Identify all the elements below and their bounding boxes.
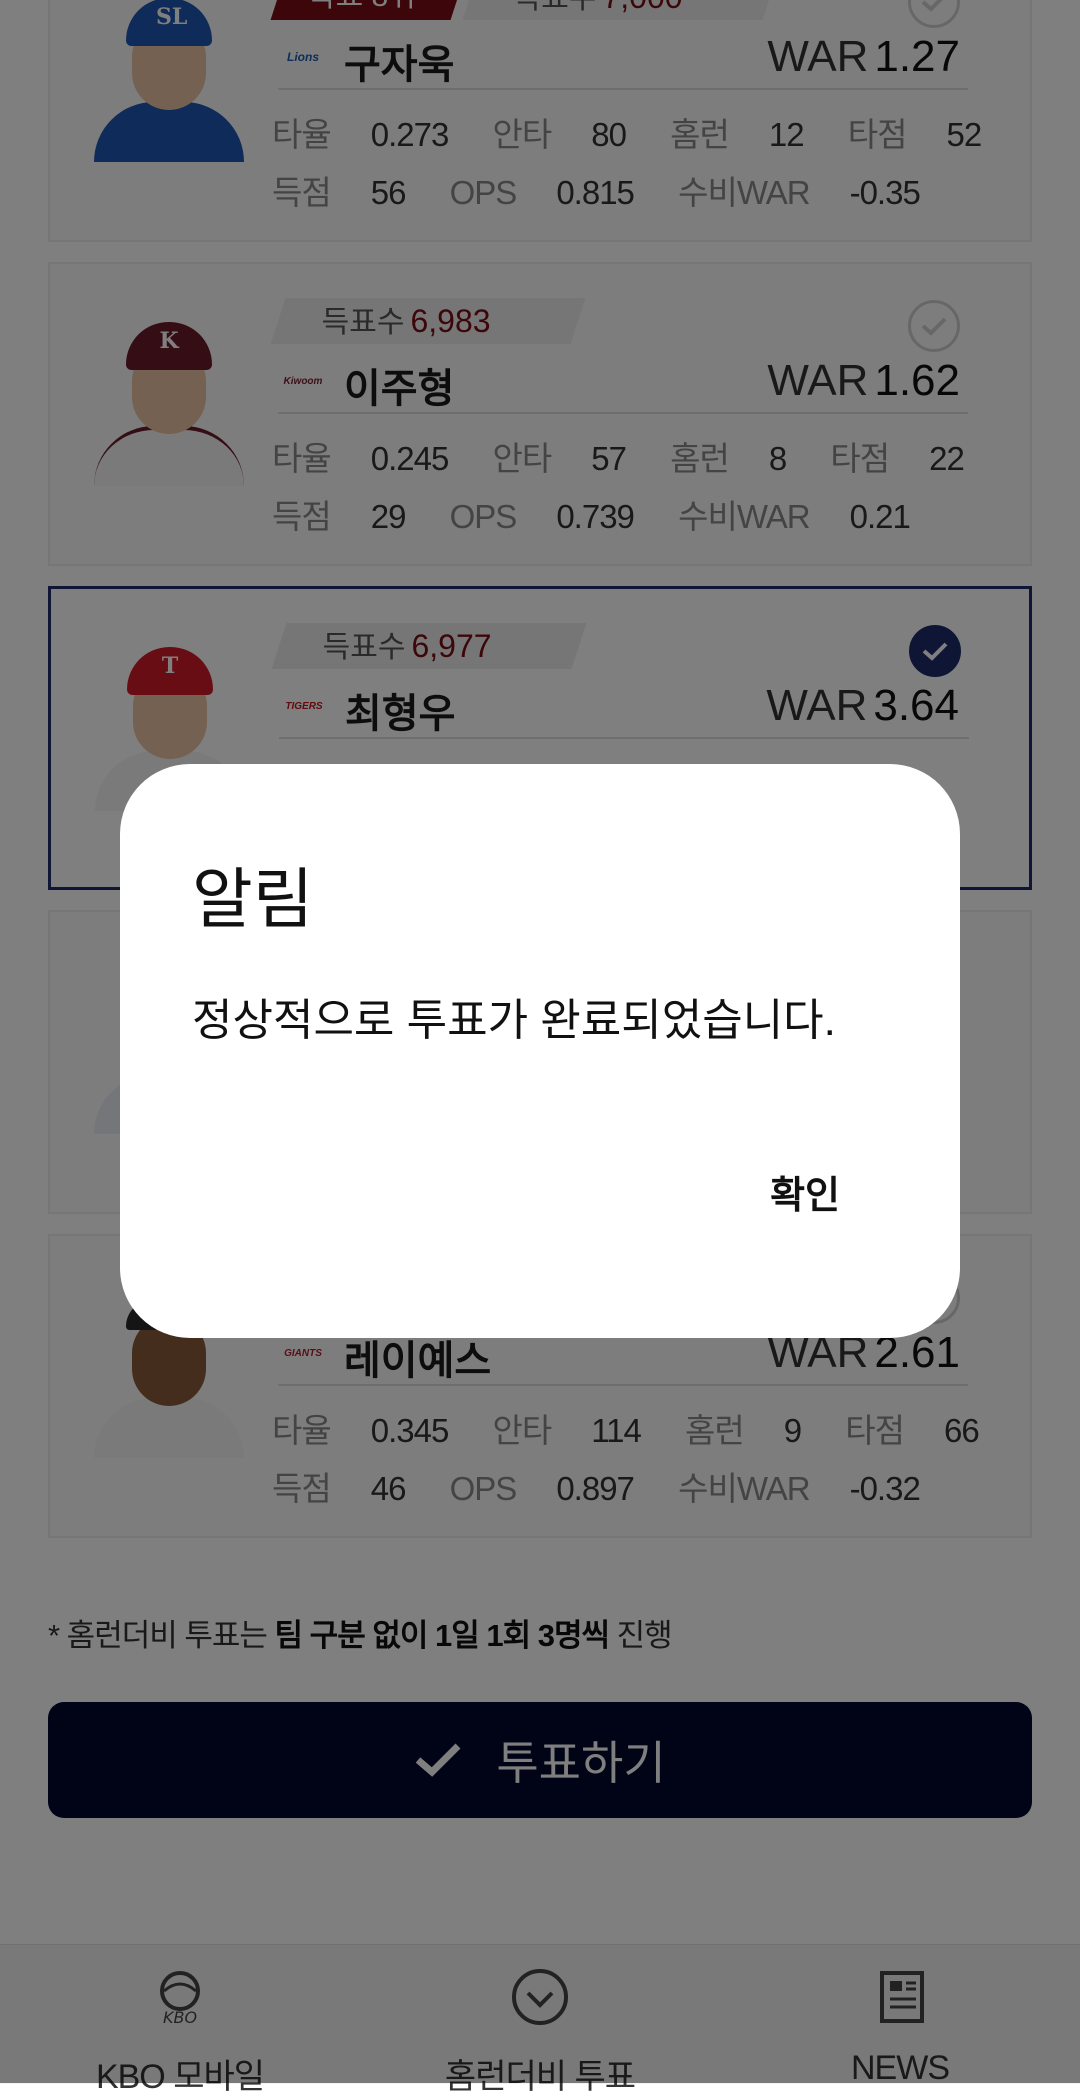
alert-dialog: 알림 정상적으로 투표가 완료되었습니다. 확인 bbox=[120, 764, 960, 1338]
confirm-button[interactable]: 확인 bbox=[770, 1164, 840, 1219]
dialog-title: 알림 bbox=[192, 862, 314, 936]
dialog-message: 정상적으로 투표가 완료되었습니다. bbox=[192, 996, 836, 1045]
